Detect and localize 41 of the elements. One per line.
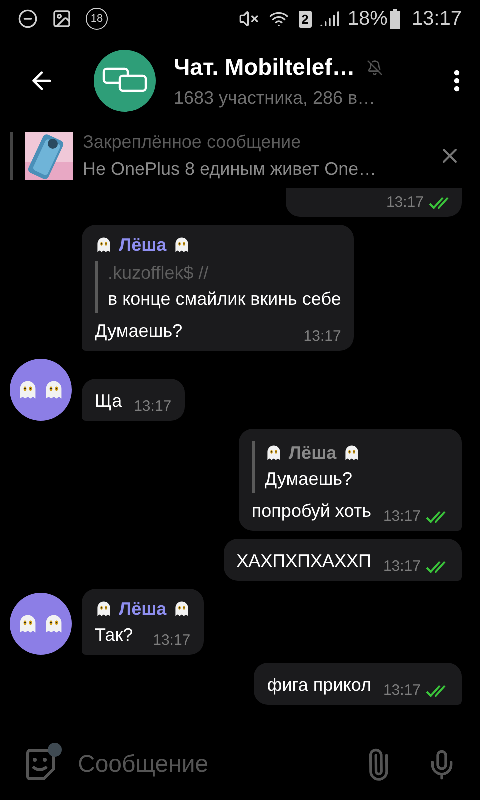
sender-name: Лёша xyxy=(119,598,167,620)
message-time: 13:17 xyxy=(304,327,342,347)
message-text: Думаешь? xyxy=(95,320,183,343)
do-not-disturb-icon xyxy=(18,9,38,29)
message-time: 13:17 xyxy=(386,193,424,213)
menu-button[interactable] xyxy=(454,70,460,92)
reply-author: .kuzofflek$ // xyxy=(108,262,210,284)
sender-name: Лёша xyxy=(119,234,167,256)
message-time: 13:17 xyxy=(134,397,172,417)
battery-icon xyxy=(390,9,400,29)
message-text: Ща xyxy=(95,390,122,413)
pinned-text: Не OnePlus 8 единым живет One… xyxy=(83,158,378,181)
message-text: фига прикол xyxy=(267,674,372,697)
ghost-icon xyxy=(342,444,361,462)
message-time: 13:17 xyxy=(383,557,421,577)
message-input[interactable]: Сообщение xyxy=(78,747,362,783)
ghost-icon xyxy=(172,236,191,254)
message-text: ХАХПХПХАХХП xyxy=(236,550,372,572)
sim-badge: 2 xyxy=(298,10,312,28)
clock: 13:17 xyxy=(412,7,462,32)
message-time: 13:17 xyxy=(383,681,421,701)
reply-text: в конце смайлик вкинь себе xyxy=(108,288,342,311)
menu-icon xyxy=(454,70,460,92)
battery-percent: 18% xyxy=(348,7,388,32)
chat-title: Чат. Mobiltelef… xyxy=(174,53,356,82)
ghost-icon xyxy=(172,600,191,618)
pinned-label: Закреплённое сообщение xyxy=(83,131,302,154)
chat-subtitle: 1683 участника, 286 в… xyxy=(174,86,377,110)
ghost-icon xyxy=(95,236,113,254)
message-text: попробуй хоть xyxy=(252,500,372,523)
notification-count: 18 xyxy=(86,8,108,30)
message-text: Так? xyxy=(95,624,134,646)
ghost-icon xyxy=(264,444,283,462)
signal-icon xyxy=(320,9,340,29)
reply-text: Думаешь? xyxy=(264,468,354,491)
message-time: 13:17 xyxy=(383,507,421,527)
message-time: 13:17 xyxy=(153,631,191,651)
sender-name: Лёша xyxy=(288,442,337,464)
image-icon xyxy=(52,9,72,29)
mute-icon xyxy=(238,9,259,29)
ghost-icon xyxy=(95,600,113,618)
